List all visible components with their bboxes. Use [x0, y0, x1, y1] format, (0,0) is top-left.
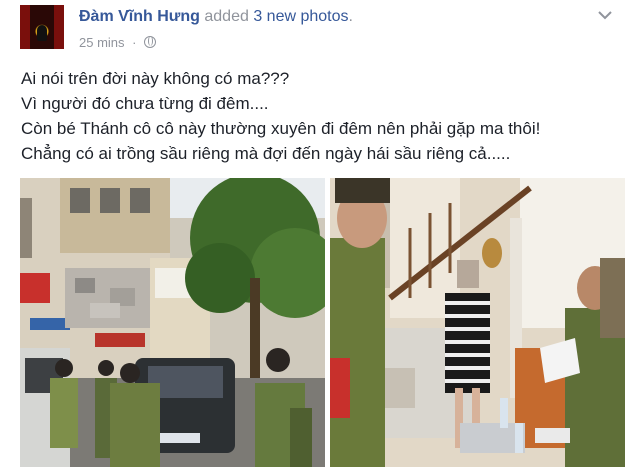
meta-separator: · [132, 35, 137, 50]
post-photo-interior[interactable] [330, 178, 625, 467]
post-text: Ai nói trên đời này không có ma??? Vì ng… [21, 66, 621, 166]
action-text: added [204, 8, 249, 25]
street-scene-image [20, 178, 325, 467]
timestamp-link[interactable]: 25 mins [79, 35, 125, 50]
post-text-line: Ai nói trên đời này không có ma??? [21, 69, 290, 88]
post-text-line: Chẳng có ai trồng sầu riêng mà đợi đến n… [21, 144, 511, 163]
photo-count-link[interactable]: 3 new photos [253, 8, 348, 25]
avatar-figure [37, 25, 47, 41]
interior-scene-image [330, 178, 625, 467]
globe-icon[interactable] [144, 36, 157, 48]
post-text-line: Vì người đó chưa từng đi đêm.... [21, 94, 269, 113]
author-name-link[interactable]: Đàm Vĩnh Hưng [79, 8, 200, 25]
facebook-post: Đàm Vĩnh Hưng added 3 new photos. 25 min… [0, 0, 625, 467]
post-header: Đàm Vĩnh Hưng added 3 new photos. [79, 8, 353, 26]
author-avatar[interactable] [20, 5, 64, 49]
chevron-down-icon[interactable] [594, 8, 616, 22]
post-photo-street[interactable] [20, 178, 325, 467]
header-punct: . [348, 8, 353, 25]
post-meta: 25 mins · [79, 35, 157, 50]
post-text-line: Còn bé Thánh cô cô này thường xuyên đi đ… [21, 119, 541, 138]
